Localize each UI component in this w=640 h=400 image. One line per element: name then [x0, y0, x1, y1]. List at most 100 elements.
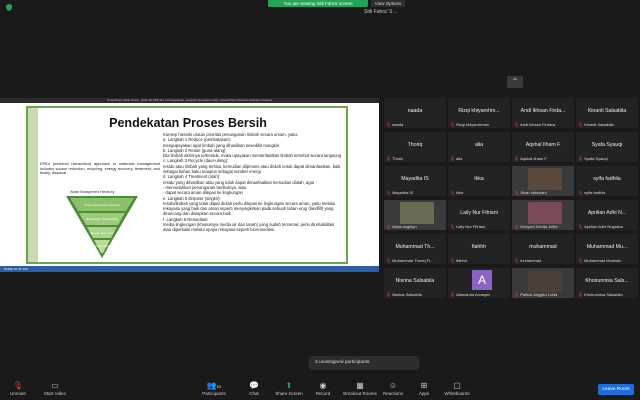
participant-tile[interactable]: fiahhh 🎙fiahhh	[448, 234, 510, 264]
participant-name-text: alia	[456, 156, 463, 161]
share-screen-button[interactable]: ⬆ Share Screen	[272, 380, 306, 400]
participant-name-text: Ikka	[456, 190, 464, 195]
participant-display-name: Aprilian Adhi N...	[587, 210, 627, 216]
participant-display-name: Aqshal Ilham F	[525, 142, 561, 148]
participant-name-text: Thoriq	[392, 156, 404, 161]
breakout-rooms-button[interactable]: ▦ Breakout Rooms	[340, 380, 380, 400]
participant-display-name: Laily Nur Fitriani	[460, 210, 498, 216]
participant-name-text: Alamanda Arrasyid	[456, 292, 490, 297]
unassigned-participants-notice[interactable]: 3 unassigned participants	[309, 356, 419, 370]
participant-tile[interactable]: 🎙nilyta angelyn	[384, 200, 446, 230]
participant-name-label: 🎙naada	[386, 122, 403, 127]
shared-window-titlebar: PowerPoint Slide Show - [M.E 3D PDF 5er …	[0, 98, 379, 103]
participant-video	[528, 202, 562, 224]
participant-tile[interactable]: Andi Ikhsan Firda... 🎙Andi Ikhsan Firdaus	[512, 98, 574, 128]
participant-name-text: Syafa Syauqi	[584, 156, 608, 161]
participant-tile[interactable]: Laily Nur Fitriani 🎙Laily Nur Fitriani	[448, 200, 510, 230]
slide-side-band	[28, 108, 38, 262]
participant-name-label: 🎙Alamanda Arrasyid	[450, 292, 490, 297]
mic-muted-icon: 🎙	[578, 292, 584, 297]
participant-tile[interactable]: Aqshal Ilham F 🎙Aqshal Ilham F	[512, 132, 574, 162]
pyramid-level-3: Energy Recovery	[90, 231, 114, 235]
chat-button[interactable]: 💬 Chat	[244, 380, 264, 400]
participant-name-text: nilyta angelyn	[392, 224, 417, 229]
record-button[interactable]: ◉ Record	[312, 380, 334, 400]
slide-status-bar: SLIDE 10 OF 103	[0, 266, 379, 272]
participant-tile[interactable]: A 🎙Alamanda Arrasyid	[448, 268, 510, 298]
mic-muted-icon: 🎙	[578, 224, 584, 229]
participant-name-label: 🎙Mayadita IS	[386, 190, 413, 195]
participant-name-text: Muhammad Thoriq Fi...	[392, 258, 434, 263]
participant-tile[interactable]: Khoirunnisa Sals... 🎙Khoirunnisa Salsabil…	[576, 268, 638, 298]
record-icon: ◉	[319, 381, 327, 390]
participant-name-text: muhammad	[520, 258, 542, 263]
participant-tile[interactable]: alia 🎙alia	[448, 132, 510, 162]
reactions-icon: ☺	[388, 381, 398, 390]
mic-muted-icon: 🎙	[450, 224, 456, 229]
participant-tile[interactable]: Muhammad Mu... 🎙Muhammad Muntofa	[576, 234, 638, 264]
mic-muted-icon: 🎙	[450, 258, 456, 263]
participant-tile[interactable]: 🎙Wuryani Devita Jelita	[512, 200, 574, 230]
waste-hierarchy-pyramid: Source Reduction & Reuse Recycling / Com…	[66, 196, 138, 258]
apps-icon: ⊞	[420, 381, 428, 390]
whiteboards-button[interactable]: ▢ Whiteboards	[440, 380, 474, 400]
mic-muted-icon: 🎙	[578, 190, 584, 195]
participant-name-text: Nisrina Salsabila	[392, 292, 422, 297]
mic-muted-icon: 🎙	[514, 292, 520, 297]
apps-button[interactable]: ⊞ Apps	[414, 380, 434, 400]
participant-tile[interactable]: Syafa Syauqi 🎙Syafa Syauqi	[576, 132, 638, 162]
participant-tile[interactable]: Ikka 🎙Ikka	[448, 166, 510, 196]
participant-tile[interactable]: Aprilian Adhi N... 🎙Aprilian Adhi Nugraha	[576, 200, 638, 230]
participant-tile[interactable]: naada 🎙naada	[384, 98, 446, 128]
mic-muted-icon: 🎙	[386, 190, 392, 195]
participant-video	[528, 270, 562, 292]
participant-tile[interactable]: Kinanti Salsabila 🎙Kinanti Salsabila	[576, 98, 638, 128]
shield-icon[interactable]	[6, 4, 12, 11]
participants-button[interactable]: 👥83 Participants	[194, 380, 234, 400]
mic-muted-icon: 🎙	[386, 258, 392, 263]
slide-title: Pendekatan Proses Bersih	[109, 116, 267, 130]
view-options-button[interactable]: View Options	[371, 0, 405, 7]
mic-muted-icon: 🎙	[578, 156, 584, 161]
participant-name-label: 🎙Khoirunnisa Salsabila	[578, 292, 623, 297]
viewing-screen-banner: You are viewing Sitti Fahra' screen	[268, 0, 368, 7]
mic-muted-icon: 🎙	[386, 156, 392, 161]
participant-name-label: 🎙Muhammad Muntofa	[578, 258, 621, 263]
participant-display-name: Thoriq	[407, 142, 423, 148]
participant-tile[interactable]: muhammad 🎙muhammad	[512, 234, 574, 264]
participant-display-name: Muhammad Th...	[395, 244, 435, 250]
mic-muted-icon: 🎙	[514, 258, 520, 263]
participant-name-label: 🎙Nisrina Salsabila	[386, 292, 422, 297]
participant-name-label: 🎙Andi Ikhsan Firdaus	[514, 122, 555, 127]
participant-tile[interactable]: Muhammad Th... 🎙Muhammad Thoriq Fi...	[384, 234, 446, 264]
mic-muted-icon: 🎙	[514, 224, 520, 229]
participant-tile[interactable]: Mayadita IS 🎙Mayadita IS	[384, 166, 446, 196]
participant-display-name: muhammad	[529, 244, 557, 250]
participant-avatar: A	[472, 270, 492, 290]
participant-tile[interactable]: syifa fadhila 🎙syifa fadhila	[576, 166, 638, 196]
participant-name-text: Patrick Anggito Lubis	[520, 292, 558, 297]
participant-tile[interactable]: Nisrina Salsabila 🎙Nisrina Salsabila	[384, 268, 446, 298]
participant-tile[interactable]: Rizqi khiyarohm... 🎙Rizqi khiyarohman	[448, 98, 510, 128]
leave-room-button[interactable]: Leave Room	[598, 384, 634, 395]
participant-display-name: Khoirunnisa Sals...	[585, 278, 629, 284]
shared-screen[interactable]: PowerPoint Slide Show - [M.E 3D PDF 5er …	[0, 98, 379, 272]
reactions-button[interactable]: ☺ Reactions	[380, 380, 406, 400]
start-video-button[interactable]: ▭ Start Video	[38, 380, 72, 400]
participant-tile[interactable]: 🎙Patrick Anggito Lubis	[512, 268, 574, 298]
collapse-arrow-button[interactable]: ⌃	[507, 76, 523, 88]
participant-tile[interactable]: Thoriq 🎙Thoriq	[384, 132, 446, 162]
speaker-name-label: Sitti Fahra' S ...	[364, 9, 399, 15]
participant-display-name: syifa fadhila	[593, 176, 621, 182]
participant-name-text: naada	[392, 122, 404, 127]
unmute-button[interactable]: 🎙 Unmute	[4, 380, 32, 400]
participant-display-name: Andi Ikhsan Firda...	[520, 108, 566, 114]
participant-tile[interactable]: 🎙Jihan oktaviani	[512, 166, 574, 196]
participant-name-text: Khoirunnisa Salsabila	[584, 292, 623, 297]
mic-muted-icon: 🎙	[450, 122, 456, 127]
participant-name-text: Muhammad Muntofa	[584, 258, 621, 263]
participant-name-label: 🎙syifa fadhila	[578, 190, 605, 195]
mic-muted-icon: 🎙	[578, 122, 584, 127]
mic-muted-icon: 🎙	[450, 190, 456, 195]
participant-display-name: Syafa Syauqi	[591, 142, 623, 148]
